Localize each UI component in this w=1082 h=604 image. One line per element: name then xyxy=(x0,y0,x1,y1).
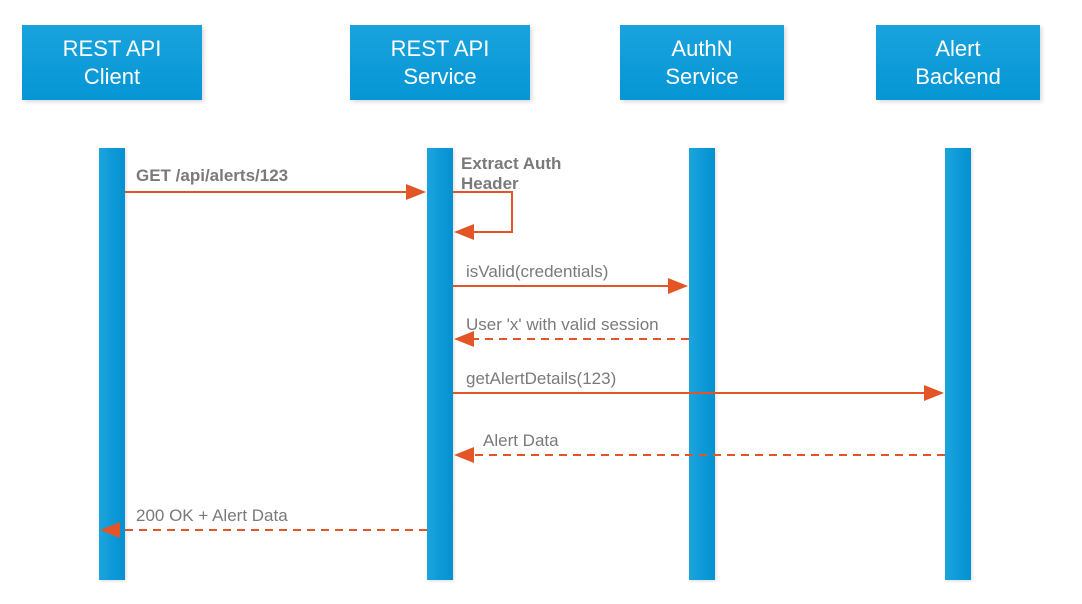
message-getalertdetails: getAlertDetails(123) xyxy=(466,369,616,389)
message-isvalid: isValid(credentials) xyxy=(466,262,608,282)
participant-label: REST API Service xyxy=(391,35,490,90)
lifeline-alert-backend xyxy=(945,148,971,580)
participant-rest-api-service: REST API Service xyxy=(350,25,530,100)
message-extract-auth-header: Extract Auth Header xyxy=(461,154,561,193)
participant-label: AuthN Service xyxy=(665,35,738,90)
message-get-alerts: GET /api/alerts/123 xyxy=(136,166,288,186)
participant-rest-api-client: REST API Client xyxy=(22,25,202,100)
participant-label: Alert Backend xyxy=(915,35,1001,90)
message-200-ok: 200 OK + Alert Data xyxy=(136,506,288,526)
participant-label: REST API Client xyxy=(63,35,162,90)
lifeline-authn-service xyxy=(689,148,715,580)
participant-authn-service: AuthN Service xyxy=(620,25,784,100)
lifeline-rest-api-client xyxy=(99,148,125,580)
participant-alert-backend: Alert Backend xyxy=(876,25,1040,100)
message-user-valid-session: User 'x' with valid session xyxy=(466,315,659,335)
message-alert-data: Alert Data xyxy=(483,431,559,451)
lifeline-rest-api-service xyxy=(427,148,453,580)
